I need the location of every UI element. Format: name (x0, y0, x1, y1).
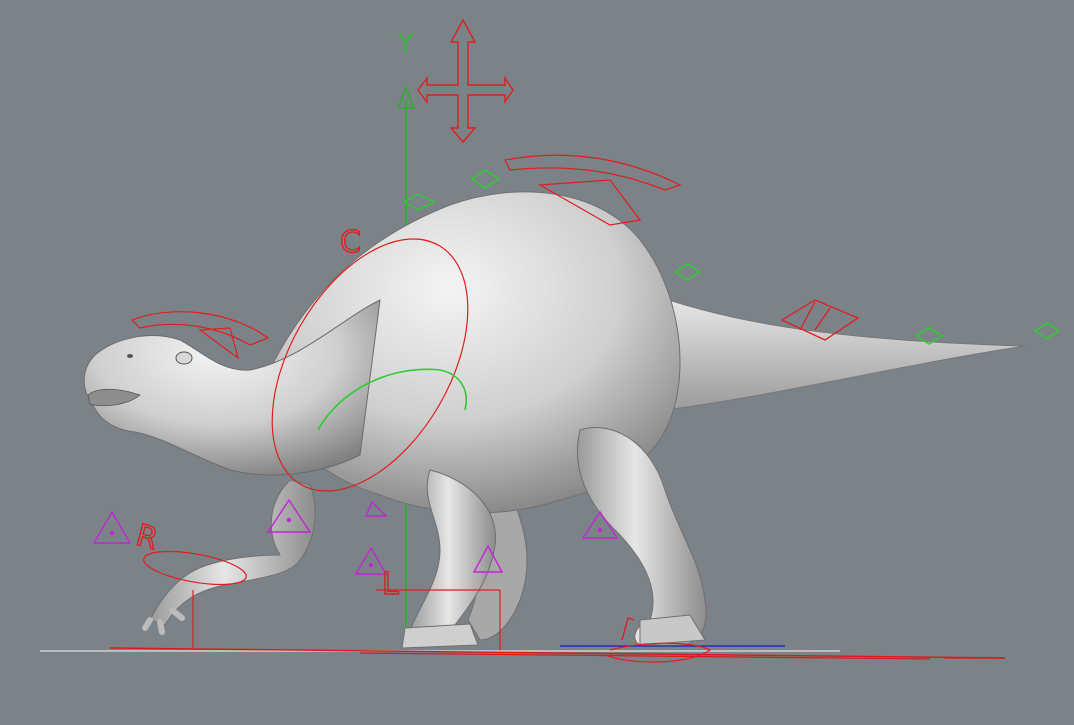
spine-ik-handle-1[interactable] (402, 193, 436, 211)
pole-vector-body[interactable] (364, 500, 388, 517)
pole-vector-front-right[interactable] (92, 510, 132, 544)
foot-label-right[interactable]: R (132, 517, 163, 558)
pole-vector-triangles[interactable] (92, 498, 619, 575)
tail-ik-handle-1[interactable] (673, 263, 702, 281)
y-axis-label: Y (397, 29, 414, 59)
ground-grid (40, 645, 1006, 660)
dinosaur-model[interactable] (83, 191, 1026, 649)
viewport-canvas[interactable]: Y C R L (0, 0, 1074, 725)
spine-ik-handle-2[interactable] (470, 169, 501, 189)
foot-label-left[interactable]: L (381, 566, 399, 602)
tail-ik-handle-3[interactable] (1033, 322, 1061, 340)
3d-viewport[interactable]: Y C R L (0, 0, 1074, 725)
head-control-letter[interactable]: C (339, 224, 361, 260)
move-cross-icon[interactable] (417, 18, 514, 144)
